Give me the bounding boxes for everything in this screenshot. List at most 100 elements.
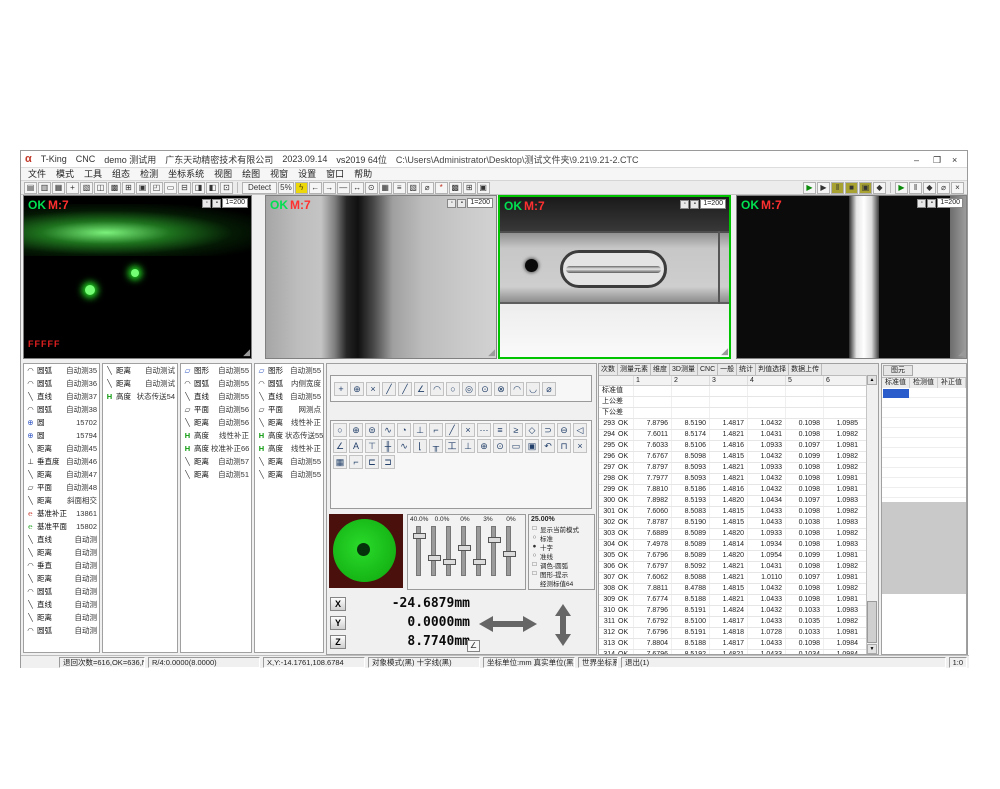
pan-horizontal-icon[interactable] [479,616,537,632]
table-row[interactable]: 上公差 [599,397,878,408]
construct-tool-icon[interactable]: ∿ [381,423,395,437]
construct-tool-icon[interactable]: ⊖ [557,423,571,437]
construct-tool-icon[interactable]: ⊥ [413,423,427,437]
list-item[interactable]: H高度线性补正 [255,442,323,455]
display-option[interactable]: □调色-圆弧 [531,560,592,569]
toolbar-icon[interactable]: ▧ [407,182,420,194]
construct-tool-icon[interactable]: ⊙ [493,439,507,453]
light-slider[interactable] [431,526,436,576]
toolbar-icon[interactable]: ◨ [192,182,205,194]
toolbar-icon[interactable]: + [66,182,79,194]
construct-tool-icon[interactable]: ≥ [509,423,523,437]
toolbar-icon[interactable]: ▧ [80,182,93,194]
list-item[interactable]: ▱图形自动测55 [255,364,323,377]
toolbar-icon[interactable]: ← [309,182,322,194]
table-row[interactable]: 304OK7.49788.50891.48141.09340.10981.098… [599,540,878,551]
checkbox-icon[interactable]: □ [531,570,538,577]
camera-tool-icon[interactable]: ▫ [917,199,926,208]
construct-tool-icon[interactable]: ⋯ [477,423,491,437]
construct-tool-icon[interactable]: ⊕ [477,439,491,453]
menu-item[interactable]: 视窗 [265,168,293,180]
results-tab[interactable]: 一般 [718,364,737,375]
elements-panel-body[interactable] [882,388,966,502]
camera-view-3-selected[interactable]: OKM:7 ▫ ▪ 1=200 ◢ [498,195,731,359]
table-row[interactable]: 301OK7.60608.50831.48151.04330.10981.098… [599,507,878,518]
table-row[interactable]: 300OK7.89828.51931.48201.04340.10971.098… [599,496,878,507]
list-item[interactable]: ⊕圆15702 [24,416,99,429]
light-slider[interactable] [476,526,481,576]
camera-tool-icon[interactable]: ▪ [690,200,699,209]
resize-grip-icon[interactable]: ◢ [958,347,965,358]
table-row[interactable]: 下公差 [599,408,878,419]
checkbox-icon[interactable]: □ [531,561,538,568]
construct-tool-icon[interactable]: A [349,439,363,453]
list-item[interactable]: ╲直线自动测 [24,598,99,611]
table-row[interactable]: 296OK7.67678.50981.48151.04320.10991.098… [599,452,878,463]
construct-tool-icon[interactable]: 工 [445,439,459,453]
display-option[interactable]: ○标准 [531,533,592,542]
list-item[interactable]: ╲距离自动测55 [255,455,323,468]
construct-tool-icon[interactable]: ▦ [333,455,347,469]
table-row[interactable]: 307OK7.60628.50881.48211.01100.10971.098… [599,573,878,584]
measure-tool-icon[interactable]: ○ [446,382,460,396]
list-item[interactable]: ╲距离自动测55 [255,468,323,481]
measure-tool-icon[interactable]: ◠ [510,382,524,396]
construct-tool-icon[interactable]: ⊃ [541,423,555,437]
list-item[interactable]: ╲距离斜面相交 [24,494,99,507]
display-option[interactable]: ●十字 [531,542,592,551]
camera-view-4[interactable]: OKM:7 ▫ ▪ 1=200 ◢ [736,195,967,359]
menu-item[interactable]: 文件 [23,168,51,180]
slider-thumb[interactable] [503,551,516,557]
list-item[interactable]: ╲距离自动测 [24,546,99,559]
camera-zoom-select[interactable]: 1=200 [222,198,248,208]
run-control-icon[interactable]: ■ [845,182,858,194]
checkbox-icon[interactable]: ● [531,543,538,550]
table-row[interactable]: 293OK7.87968.51901.48171.04320.10981.098… [599,419,878,430]
toolbar-icon[interactable]: ≡ [393,182,406,194]
construct-tool-icon[interactable]: ⊥ [461,439,475,453]
run-control-icon[interactable]: ⌀ [937,182,950,194]
construct-tool-icon[interactable]: ⊕ [349,423,363,437]
table-row[interactable]: 303OK7.68898.50891.48201.09330.10981.098… [599,529,878,540]
construct-tool-icon[interactable]: ↶ [541,439,555,453]
list-item[interactable]: H高度线性补正 [181,429,251,442]
construct-tool-icon[interactable]: ▣ [525,439,539,453]
table-row[interactable]: 295OK7.60338.51061.48161.09330.10971.098… [599,441,878,452]
table-scrollbar[interactable]: ▲ ▼ [866,375,878,654]
scroll-down-icon[interactable]: ▼ [867,644,877,654]
camera-zoom-select[interactable]: 1=200 [467,198,493,208]
resize-grip-icon[interactable]: ◢ [721,346,728,357]
menu-item[interactable]: 模式 [51,168,79,180]
toolbar-icon[interactable]: ⊞ [122,182,135,194]
list-item[interactable]: ◠圆弧自动测 [24,585,99,598]
resize-grip-icon[interactable]: ◢ [488,347,495,358]
run-control-icon[interactable]: ▶ [803,182,816,194]
toolbar-icon[interactable]: ▤ [24,182,37,194]
list-item[interactable]: ╲距离线性补正 [255,416,323,429]
list-item[interactable]: ╲距离自动测 [24,572,99,585]
toolbar-icon[interactable]: ⊙ [365,182,378,194]
table-row[interactable]: 标准值 [599,386,878,397]
list-item[interactable]: H高度状态传送54 [103,390,177,403]
z-adjust-button[interactable]: ∠ [467,640,480,652]
table-row[interactable]: 312OK7.67968.51911.48181.07280.10331.098… [599,628,878,639]
list-item[interactable]: ╲距离自动测57 [181,455,251,468]
maximize-button[interactable]: ❐ [927,153,944,166]
camera-tool-icon[interactable]: ▪ [212,199,221,208]
construct-tool-icon[interactable]: × [461,423,475,437]
toolbar-icon[interactable]: ▣ [477,182,490,194]
menu-item[interactable]: 坐标系统 [163,168,209,180]
list-item[interactable]: ╲距离自动测试 [103,364,177,377]
camera-tool-icon[interactable]: ▫ [202,199,211,208]
table-row[interactable]: 306OK7.67978.50921.48211.04310.10981.098… [599,562,878,573]
menu-item[interactable]: 组态 [107,168,135,180]
menu-item[interactable]: 工具 [79,168,107,180]
list-item[interactable]: ▱平面网测点 [255,403,323,416]
toolbar-icon[interactable]: * [435,182,448,194]
construct-tool-icon[interactable]: ⊓ [557,439,571,453]
toolbar-icon[interactable]: ⊟ [178,182,191,194]
list-item[interactable]: H高度状态传送55 [255,429,323,442]
checkbox-icon[interactable]: □ [531,525,538,532]
run-control-icon[interactable]: ‖ [909,182,922,194]
light-slider[interactable] [461,526,466,576]
